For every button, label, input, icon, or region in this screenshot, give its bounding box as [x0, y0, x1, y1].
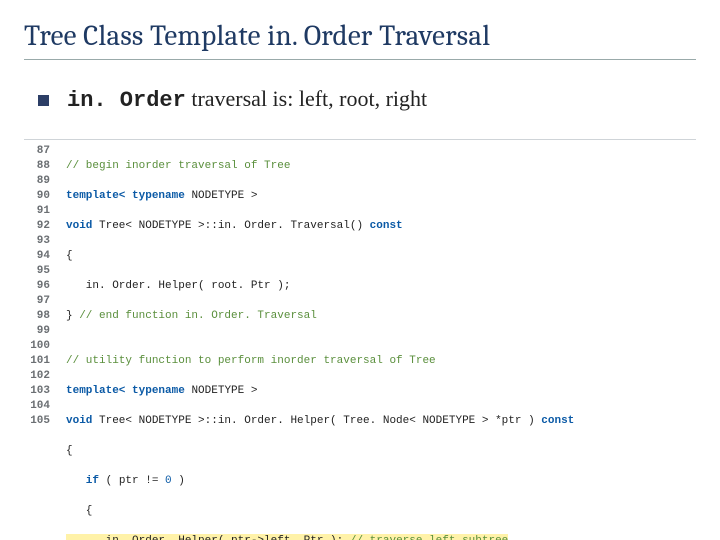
code-line: {: [66, 504, 574, 519]
line-number-gutter: 87 88 89 90 91 92 93 94 95 96 97 98 99 1…: [24, 144, 56, 540]
line-number: 91: [24, 204, 54, 219]
bullet-rest: traversal is: left, root, right: [186, 86, 427, 111]
line-number: 96: [24, 279, 54, 294]
line-number: 87: [24, 144, 54, 159]
code-line: in. Order. Helper( root. Ptr );: [66, 279, 574, 294]
line-number: 93: [24, 234, 54, 249]
line-number: 90: [24, 189, 54, 204]
line-number: 88: [24, 159, 54, 174]
bullet-code-word: in. Order: [67, 88, 186, 113]
code-line: in. Order. Helper( ptr->left. Ptr ); // …: [66, 534, 574, 540]
code-body: 87 88 89 90 91 92 93 94 95 96 97 98 99 1…: [24, 140, 696, 540]
code-line: // begin inorder traversal of Tree: [66, 159, 574, 174]
bullet-text: in. Order traversal is: left, root, righ…: [67, 86, 427, 113]
code-lines: // begin inorder traversal of Tree templ…: [56, 144, 574, 540]
code-line: } // end function in. Order. Traversal: [66, 309, 574, 324]
code-line: if ( ptr != 0 ): [66, 474, 574, 489]
title-underline: [24, 59, 696, 60]
line-number: 101: [24, 354, 54, 369]
line-number: 92: [24, 219, 54, 234]
code-line: // utility function to perform inorder t…: [66, 354, 574, 369]
square-bullet-icon: [38, 95, 49, 106]
code-line: void Tree< NODETYPE >::in. Order. Traver…: [66, 219, 574, 234]
line-number: 103: [24, 384, 54, 399]
line-number: 100: [24, 339, 54, 354]
line-number: 98: [24, 309, 54, 324]
line-number: 97: [24, 294, 54, 309]
code-line: void Tree< NODETYPE >::in. Order. Helper…: [66, 414, 574, 429]
line-number: 104: [24, 399, 54, 414]
line-number: 105: [24, 414, 54, 429]
slide: Tree Class Template in. Order Traversal …: [0, 0, 720, 540]
page-title: Tree Class Template in. Order Traversal: [24, 20, 696, 53]
line-number: 102: [24, 369, 54, 384]
line-number: 89: [24, 174, 54, 189]
bullet-item: in. Order traversal is: left, root, righ…: [38, 86, 696, 113]
code-line: template< typename NODETYPE >: [66, 189, 574, 204]
line-number: 95: [24, 264, 54, 279]
line-number: 94: [24, 249, 54, 264]
code-figure: 87 88 89 90 91 92 93 94 95 96 97 98 99 1…: [24, 139, 696, 540]
line-number: 99: [24, 324, 54, 339]
code-line: {: [66, 249, 574, 264]
code-line: template< typename NODETYPE >: [66, 384, 574, 399]
code-line: {: [66, 444, 574, 459]
